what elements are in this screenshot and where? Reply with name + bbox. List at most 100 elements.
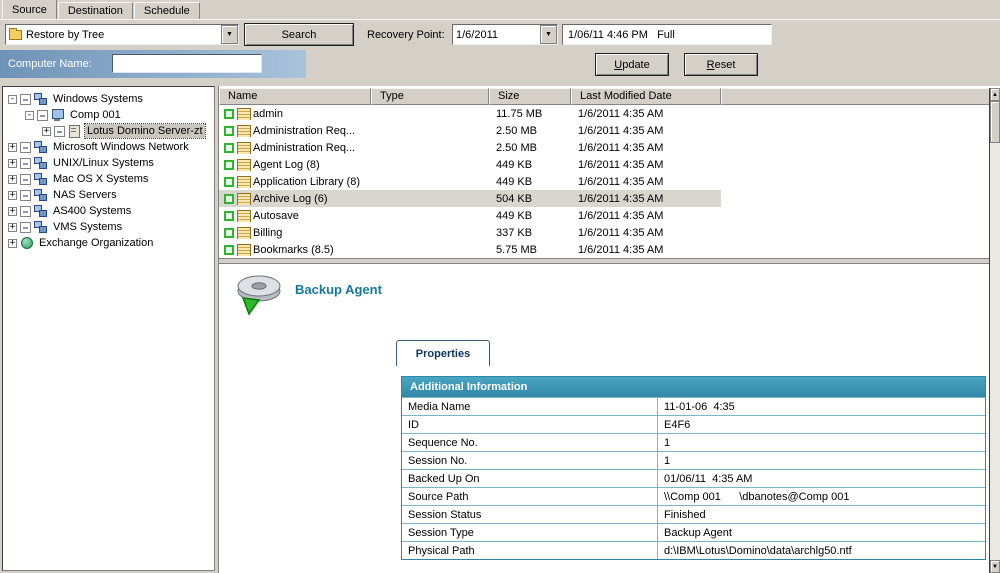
tree-item-mac-os-x-systems[interactable]: + Mac OS X Systems: [3, 171, 214, 187]
network-icon: [34, 173, 48, 185]
session-title: Backup Agent: [295, 282, 382, 297]
include-checkbox-icon[interactable]: [224, 228, 234, 238]
include-checkbox-icon[interactable]: [224, 194, 234, 204]
checkbox-icon[interactable]: [20, 158, 31, 169]
expand-icon[interactable]: +: [8, 143, 17, 152]
column-header-name[interactable]: Name: [219, 88, 371, 105]
network-icon: [34, 93, 48, 105]
chevron-down-icon[interactable]: ▼: [540, 25, 557, 44]
tree-item-exchange-organization[interactable]: + Exchange Organization: [3, 235, 214, 251]
expand-icon[interactable]: +: [8, 207, 17, 216]
include-checkbox-icon[interactable]: [224, 143, 234, 153]
search-button[interactable]: Search: [244, 23, 354, 46]
file-size: 11.75 MB: [489, 108, 571, 120]
tree-item-windows-systems[interactable]: - Windows Systems: [3, 91, 214, 107]
chevron-down-icon[interactable]: ▼: [221, 25, 238, 44]
file-row[interactable]: admin 11.75 MB 1/6/2011 4:35 AM: [219, 105, 721, 122]
checkbox-icon[interactable]: [20, 206, 31, 217]
checkbox-icon[interactable]: [20, 174, 31, 185]
file-name: Bookmarks (8.5): [253, 244, 334, 256]
file-modified: 1/6/2011 4:35 AM: [571, 193, 721, 205]
file-modified: 1/6/2011 4:35 AM: [571, 227, 721, 239]
update-button[interactable]: Update: [595, 53, 669, 76]
computer-name-input[interactable]: [112, 54, 262, 73]
include-checkbox-icon[interactable]: [224, 177, 234, 187]
tree-item-comp-001[interactable]: - Comp 001: [3, 107, 214, 123]
column-header-filler: [721, 88, 990, 105]
collapse-icon[interactable]: -: [25, 111, 34, 120]
tab-source[interactable]: Source: [2, 0, 57, 19]
file-row-selected[interactable]: Archive Log (6) 504 KB 1/6/2011 4:35 AM: [219, 190, 721, 207]
detail-value: 11-01-06 4:35: [658, 398, 985, 415]
expand-icon[interactable]: +: [8, 159, 17, 168]
table-row: ID E4F6: [402, 415, 985, 433]
column-header-modified[interactable]: Last Modified Date: [571, 88, 721, 105]
vertical-scrollbar[interactable]: ▲ ▼: [989, 88, 1000, 573]
network-icon: [34, 189, 48, 201]
checkbox-icon[interactable]: [20, 190, 31, 201]
tree-item-as400-systems[interactable]: + AS400 Systems: [3, 203, 214, 219]
checkbox-icon[interactable]: [20, 222, 31, 233]
expand-icon[interactable]: +: [8, 191, 17, 200]
recovery-point-dropdown[interactable]: 1/6/2011 ▼: [452, 24, 558, 45]
detail-value: Finished: [658, 506, 985, 523]
tree-item-lotus-domino-server[interactable]: + Lotus Domino Server-zt: [3, 123, 214, 139]
file-row[interactable]: Bookmarks (8.5) 5.75 MB 1/6/2011 4:35 AM: [219, 241, 721, 258]
file-row[interactable]: Administration Req... 2.50 MB 1/6/2011 4…: [219, 122, 721, 139]
tab-bar: Source Destination Schedule: [0, 0, 1000, 20]
include-checkbox-icon[interactable]: [224, 126, 234, 136]
expand-icon[interactable]: +: [8, 239, 17, 248]
tab-properties[interactable]: Properties: [396, 340, 490, 366]
detail-value: 1: [658, 452, 985, 469]
tab-destination[interactable]: Destination: [58, 2, 133, 19]
tree-item-vms-systems[interactable]: + VMS Systems: [3, 219, 214, 235]
column-header-size[interactable]: Size: [489, 88, 571, 105]
include-checkbox-icon[interactable]: [224, 109, 234, 119]
table-row: Sequence No. 1: [402, 433, 985, 451]
checkbox-icon[interactable]: [54, 126, 65, 137]
tree-item-label: Windows Systems: [51, 92, 145, 106]
file-row[interactable]: Autosave 449 KB 1/6/2011 4:35 AM: [219, 207, 721, 224]
scroll-down-icon[interactable]: ▼: [990, 560, 1000, 573]
file-name: Administration Req...: [253, 142, 355, 154]
tree-item-label: Comp 001: [68, 108, 123, 122]
scroll-thumb[interactable]: [990, 101, 1000, 143]
database-icon: [237, 227, 250, 238]
scroll-track[interactable]: [990, 143, 1000, 560]
reset-button[interactable]: Reset: [684, 53, 758, 76]
file-row[interactable]: Agent Log (8) 449 KB 1/6/2011 4:35 AM: [219, 156, 721, 173]
tree-item-label: Exchange Organization: [37, 236, 155, 250]
include-checkbox-icon[interactable]: [224, 160, 234, 170]
file-row[interactable]: Billing 337 KB 1/6/2011 4:35 AM: [219, 224, 721, 241]
tree-item-microsoft-windows-network[interactable]: + Microsoft Windows Network: [3, 139, 214, 155]
recovery-detail-field[interactable]: 1/06/11 4:46 PM Full: [562, 24, 772, 45]
file-row[interactable]: Application Library (8) 449 KB 1/6/2011 …: [219, 173, 721, 190]
tree-item-nas-servers[interactable]: + NAS Servers: [3, 187, 214, 203]
expand-icon[interactable]: +: [42, 127, 51, 136]
expand-icon[interactable]: +: [8, 223, 17, 232]
file-size: 337 KB: [489, 227, 571, 239]
tab-schedule[interactable]: Schedule: [134, 2, 200, 19]
detail-label: Backed Up On: [402, 470, 658, 487]
checkbox-icon[interactable]: [20, 142, 31, 153]
file-row[interactable]: Administration Req... 2.50 MB 1/6/2011 4…: [219, 139, 721, 156]
restore-mode-dropdown[interactable]: Restore by Tree ▼: [5, 24, 239, 45]
file-size: 504 KB: [489, 193, 571, 205]
network-icon: [34, 141, 48, 153]
scroll-up-icon[interactable]: ▲: [990, 88, 1000, 101]
tree-item-unix-linux-systems[interactable]: + UNIX/Linux Systems: [3, 155, 214, 171]
file-modified: 1/6/2011 4:35 AM: [571, 142, 721, 154]
backup-agent-disk-icon: [233, 272, 285, 319]
content-panel: Name Type Size Last Modified Date admin …: [218, 86, 1000, 573]
detail-label: Source Path: [402, 488, 658, 505]
restore-window: Source Destination Schedule Restore by T…: [0, 0, 1000, 573]
checkbox-icon[interactable]: [37, 110, 48, 121]
detail-label: Session No.: [402, 452, 658, 469]
include-checkbox-icon[interactable]: [224, 211, 234, 221]
expand-icon[interactable]: +: [8, 175, 17, 184]
restore-mode-value: Restore by Tree: [26, 29, 104, 41]
collapse-icon[interactable]: -: [8, 95, 17, 104]
column-header-type[interactable]: Type: [371, 88, 489, 105]
include-checkbox-icon[interactable]: [224, 245, 234, 255]
checkbox-icon[interactable]: [20, 94, 31, 105]
